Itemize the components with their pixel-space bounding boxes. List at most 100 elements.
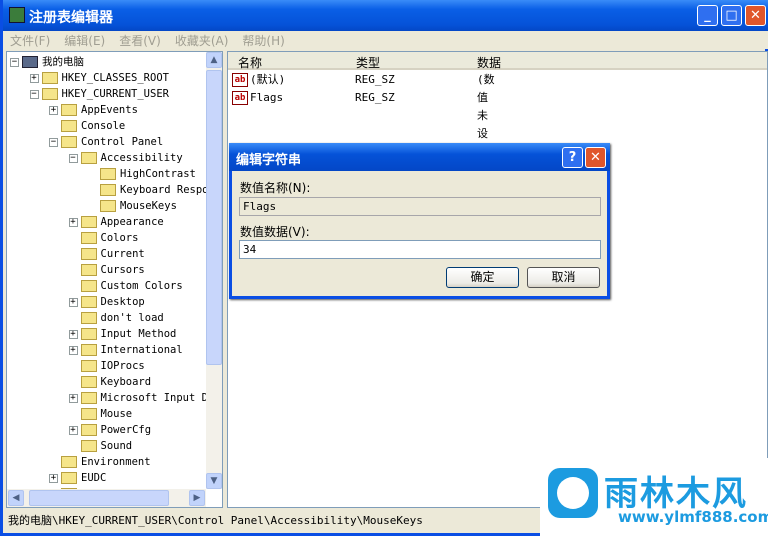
folder-icon	[61, 472, 77, 484]
value-data-label: 数值数据(V):	[240, 225, 310, 239]
tree-node-label: Cursors	[100, 264, 145, 276]
list-header: 名称 类型 数据	[228, 52, 767, 70]
menu-view[interactable]: 查看(V)	[112, 31, 168, 49]
logo-icon	[548, 468, 598, 518]
tree-node-label: 我的电脑	[42, 56, 84, 68]
string-value-icon: ab	[232, 73, 248, 87]
cancel-button[interactable]: 取消	[527, 267, 600, 288]
tree-node-label: Keyboard Respo	[120, 184, 209, 196]
collapse-icon[interactable]: −	[68, 154, 78, 163]
tree-node-label: Appearance	[100, 216, 164, 228]
folder-icon	[80, 264, 97, 276]
expand-icon[interactable]: +	[68, 298, 78, 307]
scroll-left-button[interactable]: ◀	[8, 490, 24, 506]
column-type[interactable]: 类型	[356, 54, 380, 71]
dialog-title: 编辑字符串	[236, 153, 302, 168]
folder-icon	[80, 296, 97, 308]
folder-icon	[80, 328, 97, 340]
expand-icon[interactable]: +	[29, 74, 39, 83]
folder-icon	[80, 248, 97, 260]
value-name: Flags	[250, 91, 284, 104]
tree-node-label: Control Panel	[81, 136, 164, 148]
tree-node-label: Current	[100, 248, 145, 260]
menu-favorites[interactable]: 收藏夹(A)	[168, 31, 236, 49]
menu-help[interactable]: 帮助(H)	[235, 31, 291, 49]
scroll-down-button[interactable]: ▼	[206, 473, 222, 489]
collapse-icon[interactable]: −	[29, 90, 39, 99]
value-data-input[interactable]: 34	[239, 240, 601, 259]
tree-node-label: MouseKeys	[120, 200, 177, 212]
folder-icon	[80, 312, 97, 324]
menu-edit[interactable]: 编辑(E)	[57, 31, 112, 49]
tree-node-label: Colors	[100, 232, 139, 244]
scroll-thumb[interactable]	[206, 70, 222, 365]
scroll-up-button[interactable]: ▲	[206, 52, 222, 68]
folder-icon	[61, 104, 77, 116]
folder-icon	[100, 168, 116, 180]
folder-icon	[80, 424, 97, 436]
edit-string-dialog: 编辑字符串 ? ✕ 数值名称(N): Flags 数值数据(V): 34 确定 …	[229, 143, 610, 299]
value-name-label: 数值名称(N):	[240, 181, 311, 195]
tree-pane: − 我的电脑 + HKEY_CLASSES_ROOT − HKEY_CURRENT_USE…	[6, 51, 223, 508]
tree-node-label: International	[100, 344, 183, 356]
column-name[interactable]: 名称	[238, 54, 262, 71]
expand-icon[interactable]: +	[68, 330, 78, 339]
folder-icon	[80, 232, 97, 244]
folder-icon	[61, 136, 77, 148]
h-scroll-thumb[interactable]	[29, 490, 169, 506]
tree-node-label: HKEY_CLASSES_ROOT	[61, 72, 169, 84]
folder-icon	[80, 344, 97, 356]
collapse-icon[interactable]: −	[49, 138, 58, 147]
expand-icon[interactable]: +	[49, 474, 58, 483]
tree-node-label: Environment	[81, 456, 151, 468]
folder-icon	[61, 456, 77, 468]
regedit-icon	[9, 7, 25, 23]
tree-node-label: Sound	[100, 440, 133, 452]
value-name-field: Flags	[239, 197, 601, 216]
tree-node-label: EUDC	[81, 472, 107, 484]
list-row[interactable]: ab Flags REG_SZ	[232, 89, 395, 107]
tree-node-label: Microsoft Input D	[100, 392, 208, 404]
scroll-right-button[interactable]: ▶	[189, 490, 205, 506]
vertical-scrollbar[interactable]: ▲ ▼	[206, 52, 222, 489]
title-bar: 注册表编辑器 _ □ ✕	[3, 0, 768, 31]
folder-icon	[80, 376, 97, 388]
tree-node-label: Custom Colors	[100, 280, 183, 292]
horizontal-scrollbar[interactable]: ◀ ▶	[7, 489, 206, 507]
column-data[interactable]: 数据	[477, 54, 501, 71]
menu-file[interactable]: 文件(F)	[3, 31, 57, 49]
value-type: REG_SZ	[355, 73, 395, 86]
expand-icon[interactable]: +	[68, 394, 78, 403]
tree-node-label: Accessibility	[100, 152, 183, 164]
folder-open-icon	[100, 200, 116, 212]
folder-icon	[80, 152, 97, 164]
minimize-button[interactable]: _	[697, 5, 718, 26]
folder-icon	[80, 392, 97, 404]
expand-icon[interactable]: +	[49, 106, 58, 115]
help-button[interactable]: ?	[562, 147, 583, 168]
folder-icon	[80, 408, 97, 420]
brand-url: www.ylmf888.com	[618, 508, 768, 526]
folder-icon	[41, 72, 58, 84]
tree-node-label: Desktop	[100, 296, 145, 308]
tree-node-label: Mouse	[100, 408, 133, 420]
list-row[interactable]: ab(默认)REG_SZ(数值未设置)	[232, 71, 495, 158]
folder-icon	[100, 184, 116, 196]
collapse-icon[interactable]: −	[10, 58, 19, 67]
tree-node-label: Console	[81, 120, 126, 132]
expand-icon[interactable]: +	[68, 218, 78, 227]
tree-node-label: AppEvents	[81, 104, 138, 116]
expand-icon[interactable]: +	[68, 426, 78, 435]
maximize-button[interactable]: □	[721, 5, 742, 26]
watermark-logo: 雨林木风 www.ylmf888.com	[540, 458, 768, 536]
dialog-close-button[interactable]: ✕	[585, 147, 606, 168]
tree-node-label: IOProcs	[100, 360, 145, 372]
tree-node-label: don't load	[100, 312, 164, 324]
computer-icon	[22, 56, 38, 68]
close-button[interactable]: ✕	[745, 5, 766, 26]
expand-icon[interactable]: +	[68, 346, 78, 355]
tree-node-label: PowerCfg	[100, 424, 152, 436]
ok-button[interactable]: 确定	[446, 267, 519, 288]
tree-node-label: Keyboard	[100, 376, 152, 388]
folder-icon	[80, 360, 97, 372]
